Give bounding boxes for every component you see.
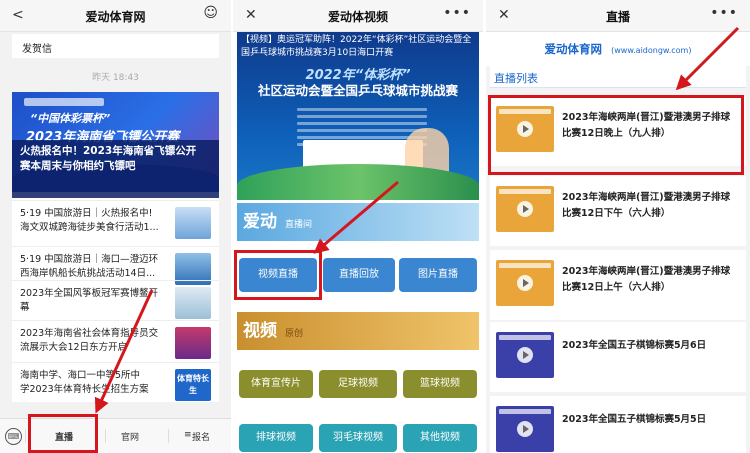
sponsor-logos xyxy=(24,98,104,106)
live-list-item[interactable]: 2023年全国五子棋锦标赛5月5日 xyxy=(490,396,746,453)
play-icon xyxy=(517,347,533,363)
section-live: 爱动 直播间 xyxy=(237,203,479,241)
video-menu-panel: ✕ 爱动体视频 ••• 【视频】奥运冠军助阵！2022年“体彩杯”社区运动会暨全… xyxy=(233,0,483,453)
news-line: 2023年海南省社会体育指导员交 xyxy=(20,328,159,339)
divider xyxy=(25,429,26,443)
basketball-video-button[interactable]: 篮球视频 xyxy=(403,370,477,398)
site-name: 爱动体育网 xyxy=(544,42,603,56)
menu-signup-button[interactable]: 报名 xyxy=(192,430,210,443)
news-line: 5·19 中国旅游日｜海口—澄迈环 xyxy=(20,254,159,265)
profile-icon[interactable]: ☺ xyxy=(203,5,219,21)
section-video-title: 视频 xyxy=(243,321,277,341)
live-thumbnail xyxy=(496,186,554,232)
video-top-bar: ✕ 爱动体视频 ••• xyxy=(233,0,483,32)
site-logo: 爱动体育网 (www.aidongw.com) xyxy=(486,38,750,57)
news-thumbnail: 体育特长生 xyxy=(175,369,211,401)
feature-title-line: 赛本周末与你相约飞镖吧 xyxy=(20,160,136,172)
live-list-item[interactable]: 2023年海峡两岸(晋江)暨港澳男子排球比赛12日下午（六人排） xyxy=(490,176,746,246)
news-line: 流展示大会12日东方开启 xyxy=(20,342,128,353)
more-icon[interactable]: ••• xyxy=(443,5,471,21)
news-thumbnail xyxy=(175,207,211,239)
live-top-bar: ✕ 直播 ••• xyxy=(486,0,750,32)
feature-title[interactable]: 火热报名中！2023年海南省飞镖公开 赛本周末与你相约飞镖吧 xyxy=(12,140,219,198)
keyboard-icon[interactable]: ⌨ xyxy=(5,428,22,445)
chat-top-bar: < 爱动体育网 ☺ xyxy=(0,0,231,32)
news-line: 5·19 中国旅游日｜火热报名中! xyxy=(20,208,153,219)
live-item-title: 2023年全国五子棋锦标赛5月6日 xyxy=(562,340,707,351)
news-thumbnail xyxy=(175,327,211,359)
divider xyxy=(105,429,106,443)
section-video-sub: 原创 xyxy=(285,329,304,339)
section-live-title: 爱动 xyxy=(243,212,277,232)
live-item-title: 2023年海峡两岸(晋江)暨港澳男子排球比赛12日下午（六人排） xyxy=(562,192,731,219)
menu-signup-prefix: ≡ xyxy=(184,430,192,440)
poster-headline: 【视频】奥运冠军助阵！2022年“体彩杯”社区运动会暨全国乒乓球城市挑战赛3月1… xyxy=(241,35,472,58)
live-list-panel: ✕ 直播 ••• 爱动体育网 (www.aidongw.com) 直播列表 20… xyxy=(486,0,750,453)
list-item[interactable]: 2023年全国风筝板冠军赛博鳌开幕 xyxy=(12,280,219,320)
site-url: (www.aidongw.com) xyxy=(611,46,692,55)
news-thumbnail xyxy=(175,287,211,319)
highlight-box xyxy=(488,95,744,175)
banner-line1: “中国体彩票杯” xyxy=(30,112,111,125)
live-replay-button[interactable]: 直播回放 xyxy=(323,258,395,292)
screenshot-composite: < 爱动体育网 ☺ 发贺信 昨天 18:43 “中国体彩票杯” 2023年海南省… xyxy=(0,0,750,453)
wechat-chat-panel: < 爱动体育网 ☺ 发贺信 昨天 18:43 “中国体彩票杯” 2023年海南省… xyxy=(0,0,231,453)
news-line: 海南中学、海口一中等5所中 xyxy=(20,370,141,381)
play-icon xyxy=(517,421,533,437)
section-live-sub: 直播间 xyxy=(285,220,313,230)
event-poster[interactable]: 【视频】奥运冠军助阵！2022年“体彩杯”社区运动会暨全国乒乓球城市挑战赛3月1… xyxy=(237,32,479,200)
badminton-video-button[interactable]: 羽毛球视频 xyxy=(319,424,397,452)
divider xyxy=(168,429,169,443)
more-icon[interactable]: ••• xyxy=(710,5,738,21)
section-video: 视频 原创 xyxy=(237,312,479,350)
play-icon xyxy=(517,275,533,291)
live-item-title: 2023年海峡两岸(晋江)暨港澳男子排球比赛12日上午（六人排） xyxy=(562,266,731,293)
list-title: 直播列表 xyxy=(494,72,538,85)
news-line: 海文双城跨海徒步美食行活动1... xyxy=(20,222,159,233)
live-thumbnail xyxy=(496,406,554,452)
live-item-title: 2023年全国五子棋锦标赛5月5日 xyxy=(562,414,707,425)
feature-title-line: 火热报名中！2023年海南省飞镖公开 xyxy=(20,145,197,157)
list-header: 直播列表 xyxy=(490,66,746,88)
news-line: 幕 xyxy=(20,302,30,313)
list-item[interactable]: 2023年海南省社会体育指导员交 流展示大会12日东方开启 xyxy=(12,320,219,362)
chat-title: 爱动体育网 xyxy=(85,10,146,24)
photo-live-button[interactable]: 图片直播 xyxy=(399,258,477,292)
list-item[interactable]: 5·19 中国旅游日｜火热报名中! 海文双城跨海徒步美食行活动1... xyxy=(12,200,219,246)
poster-decor xyxy=(237,164,479,200)
news-line: 学2023年体育特长生招生方案 xyxy=(20,384,149,395)
live-list-item[interactable]: 2023年海峡两岸(晋江)暨港澳男子排球比赛12日上午（六人排） xyxy=(490,250,746,320)
previous-message[interactable]: 发贺信 xyxy=(12,34,219,58)
other-video-button[interactable]: 其他视频 xyxy=(403,424,477,452)
highlight-box xyxy=(28,414,98,453)
article-card[interactable]: “中国体彩票杯” 2023年海南省飞镖公开赛 火热报名中！2023年海南省飞镖公… xyxy=(12,92,219,402)
promo-video-button[interactable]: 体育宣传片 xyxy=(239,370,313,398)
menu-site-button[interactable]: 官网 xyxy=(121,430,139,443)
live-list-item[interactable]: 2023年全国五子棋锦标赛5月6日 xyxy=(490,322,746,392)
news-line: 2023年全国风筝板冠军赛博鳌开 xyxy=(20,288,159,299)
live-thumbnail xyxy=(496,332,554,378)
live-thumbnail xyxy=(496,260,554,306)
news-line: 西海岸帆船长航挑战活动14日... xyxy=(20,268,156,279)
highlight-box xyxy=(234,250,322,300)
volleyball-video-button[interactable]: 排球视频 xyxy=(239,424,313,452)
list-item[interactable]: 海南中学、海口一中等5所中 学2023年体育特长生招生方案 体育特长生 xyxy=(12,362,219,402)
football-video-button[interactable]: 足球视频 xyxy=(319,370,397,398)
poster-title-line2: 社区运动会暨全国乒乓球城市挑战赛 xyxy=(257,83,458,98)
play-icon xyxy=(517,201,533,217)
message-timestamp: 昨天 18:43 xyxy=(92,73,139,83)
